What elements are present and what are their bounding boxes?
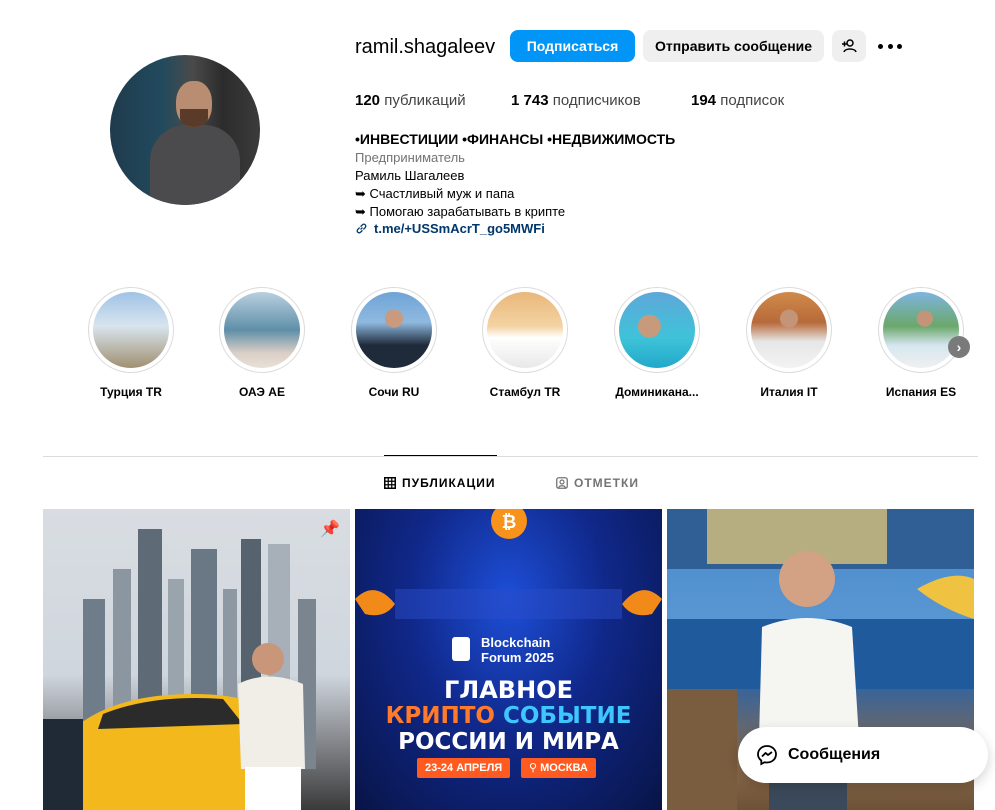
bio-line-crypto: ➥ Помогаю зарабатывать в крипте	[355, 204, 566, 219]
add-user-button[interactable]	[832, 30, 866, 62]
highlights-next-button[interactable]: ›	[948, 336, 970, 358]
highlight-image	[487, 292, 563, 368]
bio-title: •ИНВЕСТИЦИИ •ФИНАНСЫ •НЕДВИЖИМОСТЬ	[355, 131, 676, 147]
headline-line3: РОССИИ И МИРА	[398, 729, 619, 755]
highlight-label: Турция TR	[100, 385, 162, 399]
highlight-label: Италия IT	[760, 385, 818, 399]
tab-posts[interactable]: ПУБЛИКАЦИИ	[384, 476, 495, 490]
highlight-image	[93, 292, 169, 368]
highlight-label: Сочи RU	[368, 385, 420, 399]
highlight-label: ОАЭ AE	[239, 385, 285, 399]
headline-line2: КРИПТО СОБЫТИЕ	[385, 703, 632, 729]
highlight-image	[883, 292, 959, 368]
send-message-button[interactable]: Отправить сообщение	[643, 30, 824, 62]
highlight-italy[interactable]: Италия IT	[744, 287, 834, 399]
link-icon	[356, 223, 367, 234]
highlight-dominicana[interactable]: Доминикана...	[612, 287, 702, 399]
grid-icon	[384, 477, 396, 489]
post-image	[43, 529, 316, 810]
following-count[interactable]: 194 подписок	[691, 92, 784, 109]
bio-line-name: Рамиль Шагалеев	[355, 168, 465, 183]
highlight-image	[619, 292, 695, 368]
tagged-icon	[556, 477, 568, 489]
highlight-image	[224, 292, 300, 368]
event-date: 23-24 АПРЕЛЯ	[417, 758, 511, 778]
more-options-icon[interactable]	[878, 38, 902, 54]
highlight-uae[interactable]: ОАЭ AE	[217, 287, 307, 399]
bio-category: Предприниматель	[355, 150, 465, 165]
highlight-sochi[interactable]: Сочи RU	[349, 287, 439, 399]
highlight-label: Стамбул TR	[489, 385, 561, 399]
bio-link-text: t.me/+USSmAcrT_go5MWFi	[374, 221, 545, 236]
pinned-icon: 📌	[320, 521, 340, 538]
bio-link[interactable]: t.me/+USSmAcrT_go5MWFi	[355, 221, 545, 236]
highlight-label: Испания ES	[885, 385, 957, 399]
avatar-figure	[150, 125, 240, 205]
posts-count: 120 публикаций	[355, 92, 466, 109]
messages-label: Сообщения	[788, 746, 881, 763]
active-tab-indicator	[384, 455, 497, 456]
messages-button[interactable]: Сообщения	[738, 727, 988, 783]
tabs-divider	[43, 456, 978, 457]
tab-tagged[interactable]: ОТМЕТКИ	[556, 476, 639, 490]
post-dubai-car[interactable]: 📌	[43, 509, 350, 810]
follow-button[interactable]: Подписаться	[510, 30, 635, 62]
highlight-turkey[interactable]: Турция TR	[86, 287, 176, 399]
highlight-label: Доминикана...	[615, 385, 699, 399]
highlight-image	[751, 292, 827, 368]
highlight-istanbul[interactable]: Стамбул TR	[480, 287, 570, 399]
avatar-beard	[180, 109, 208, 127]
add-user-icon	[842, 39, 857, 53]
bio-line-family: ➥ Счастливый муж и папа	[355, 186, 515, 201]
headline-line1: ГЛАВНОЕ	[444, 676, 573, 704]
svg-text:₿: ₿	[502, 512, 517, 532]
forum-brand: Blockchain Forum 2025	[481, 635, 554, 665]
highlight-image	[356, 292, 432, 368]
profile-avatar[interactable]	[110, 55, 260, 205]
profile-username: ramil.shagaleev	[355, 36, 496, 58]
event-city: ⚲ МОСКВА	[521, 758, 596, 778]
messenger-icon	[757, 745, 777, 766]
post-blockchain-forum[interactable]: ₿ Blockchain Forum 2025 ГЛАВНОЕ КРИПТО С…	[355, 509, 662, 810]
followers-count[interactable]: 1 743 подписчиков	[511, 92, 641, 109]
